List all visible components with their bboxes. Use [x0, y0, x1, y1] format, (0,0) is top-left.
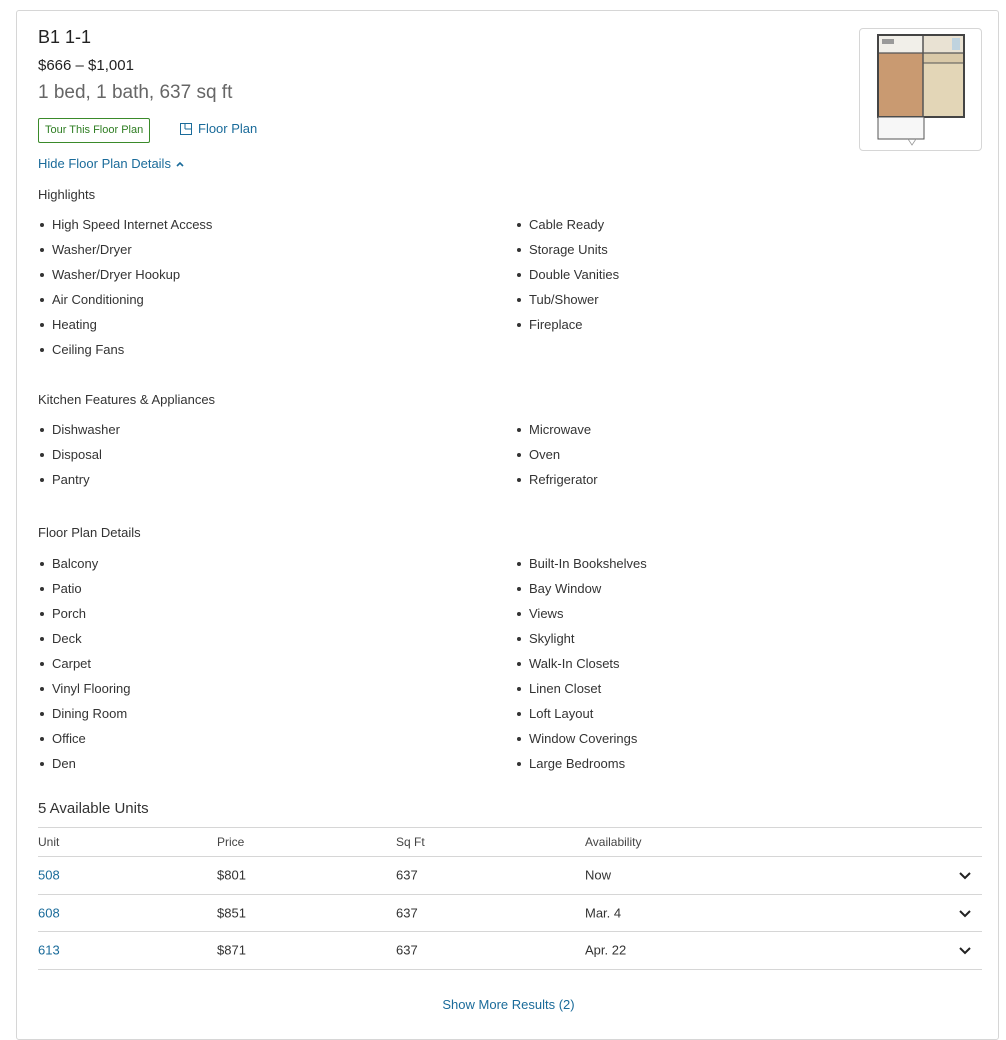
unit-sqft: 637 — [396, 942, 418, 958]
highlights-list-left: High Speed Internet Access Washer/Dryer … — [38, 217, 212, 367]
list-item: Views — [515, 606, 647, 631]
hide-floor-plan-details-link[interactable]: Hide Floor Plan Details — [38, 156, 185, 171]
list-item: Dining Room — [38, 706, 131, 731]
list-item: Ceiling Fans — [38, 342, 212, 367]
list-item: Built-In Bookshelves — [515, 556, 647, 581]
floor-plan-thumbnail[interactable] — [859, 28, 982, 151]
chevron-down-icon[interactable] — [958, 906, 972, 920]
unit-price: $871 — [217, 942, 246, 958]
list-item: Balcony — [38, 556, 131, 581]
list-item: Vinyl Flooring — [38, 681, 131, 706]
floor-plan-details-list-left: Balcony Patio Porch Deck Carpet Vinyl Fl… — [38, 556, 131, 781]
hide-floor-plan-details-label: Hide Floor Plan Details — [38, 156, 171, 171]
list-item: Cable Ready — [515, 217, 619, 242]
table-divider — [38, 968, 982, 970]
plan-name: B1 1-1 — [38, 27, 92, 47]
chevron-down-icon[interactable] — [958, 868, 972, 882]
table-row[interactable]: 613 $871 637 Apr. 22 — [38, 931, 982, 969]
list-item: Skylight — [515, 631, 647, 656]
list-item: Dishwasher — [38, 422, 120, 447]
floor-plan-details-title: Floor Plan Details — [38, 525, 141, 540]
list-item: Storage Units — [515, 242, 619, 267]
floor-plan-details-list-right: Built-In Bookshelves Bay Window Views Sk… — [515, 556, 647, 781]
floor-plan-card: B1 1-1 $666 – $1,001 1 bed, 1 bath, 637 … — [16, 10, 999, 1040]
list-item: Washer/Dryer — [38, 242, 212, 267]
highlights-title: Highlights — [38, 187, 96, 202]
list-item: Patio — [38, 581, 131, 606]
units-table: Unit Price Sq Ft Availability 508 $801 6… — [38, 827, 982, 970]
list-item: Pantry — [38, 472, 120, 497]
unit-price: $851 — [217, 905, 246, 921]
chevron-up-icon — [176, 161, 184, 167]
list-item: Double Vanities — [515, 267, 619, 292]
tour-floor-plan-button[interactable]: Tour This Floor Plan — [38, 118, 151, 143]
column-header-availability: Availability — [585, 835, 642, 849]
floor-plan-icon — [180, 122, 192, 135]
list-item: Bay Window — [515, 581, 647, 606]
list-item: Large Bedrooms — [515, 756, 647, 781]
list-item: Window Coverings — [515, 731, 647, 756]
list-item: Walk-In Closets — [515, 656, 647, 681]
available-units-title: 5 Available Units — [38, 800, 149, 817]
bed-bath-sqft: 1 bed, 1 bath, 637 sq ft — [38, 82, 233, 103]
list-item: Porch — [38, 606, 131, 631]
list-item: Heating — [38, 317, 212, 342]
unit-availability: Mar. 4 — [585, 905, 622, 921]
list-item: Disposal — [38, 447, 120, 472]
list-item: Linen Closet — [515, 681, 647, 706]
floor-plan-link[interactable]: Floor Plan — [180, 121, 257, 136]
unit-sqft: 637 — [396, 905, 418, 921]
table-row[interactable]: 608 $851 637 Mar. 4 — [38, 893, 982, 932]
floor-plan-drawing — [877, 34, 965, 146]
column-header-unit: Unit — [38, 835, 60, 849]
list-item: Air Conditioning — [38, 292, 212, 317]
list-item: Oven — [515, 447, 598, 472]
list-item: Microwave — [515, 422, 598, 447]
list-item: Deck — [38, 631, 131, 656]
kitchen-list-right: Microwave Oven Refrigerator — [515, 422, 598, 497]
show-more-results-link[interactable]: Show More Results (2) — [17, 997, 1000, 1012]
list-item: Carpet — [38, 656, 131, 681]
unit-price: $801 — [217, 867, 246, 883]
kitchen-list-left: Dishwasher Disposal Pantry — [38, 422, 120, 497]
list-item: Loft Layout — [515, 706, 647, 731]
table-row[interactable]: 508 $801 637 Now — [38, 856, 982, 894]
unit-link[interactable]: 608 — [38, 905, 60, 920]
list-item: Office — [38, 731, 131, 756]
unit-sqft: 637 — [396, 867, 418, 883]
column-header-sqft: Sq Ft — [396, 835, 425, 849]
unit-link[interactable]: 508 — [38, 868, 60, 883]
kitchen-title: Kitchen Features & Appliances — [38, 392, 216, 407]
unit-availability: Apr. 22 — [585, 942, 627, 958]
unit-link[interactable]: 613 — [38, 943, 60, 958]
floor-plan-link-label: Floor Plan — [198, 121, 258, 136]
column-header-price: Price — [217, 835, 245, 849]
list-item: Tub/Shower — [515, 292, 619, 317]
price-range: $666 – $1,001 — [38, 57, 134, 74]
list-item: Refrigerator — [515, 472, 598, 497]
unit-availability: Now — [585, 867, 612, 883]
chevron-down-icon[interactable] — [958, 943, 972, 957]
list-item: Washer/Dryer Hookup — [38, 267, 212, 292]
list-item: Fireplace — [515, 317, 619, 342]
highlights-list-right: Cable Ready Storage Units Double Vanitie… — [515, 217, 619, 342]
list-item: Den — [38, 756, 131, 781]
table-header-row: Unit Price Sq Ft Availability — [38, 827, 982, 856]
list-item: High Speed Internet Access — [38, 217, 212, 242]
